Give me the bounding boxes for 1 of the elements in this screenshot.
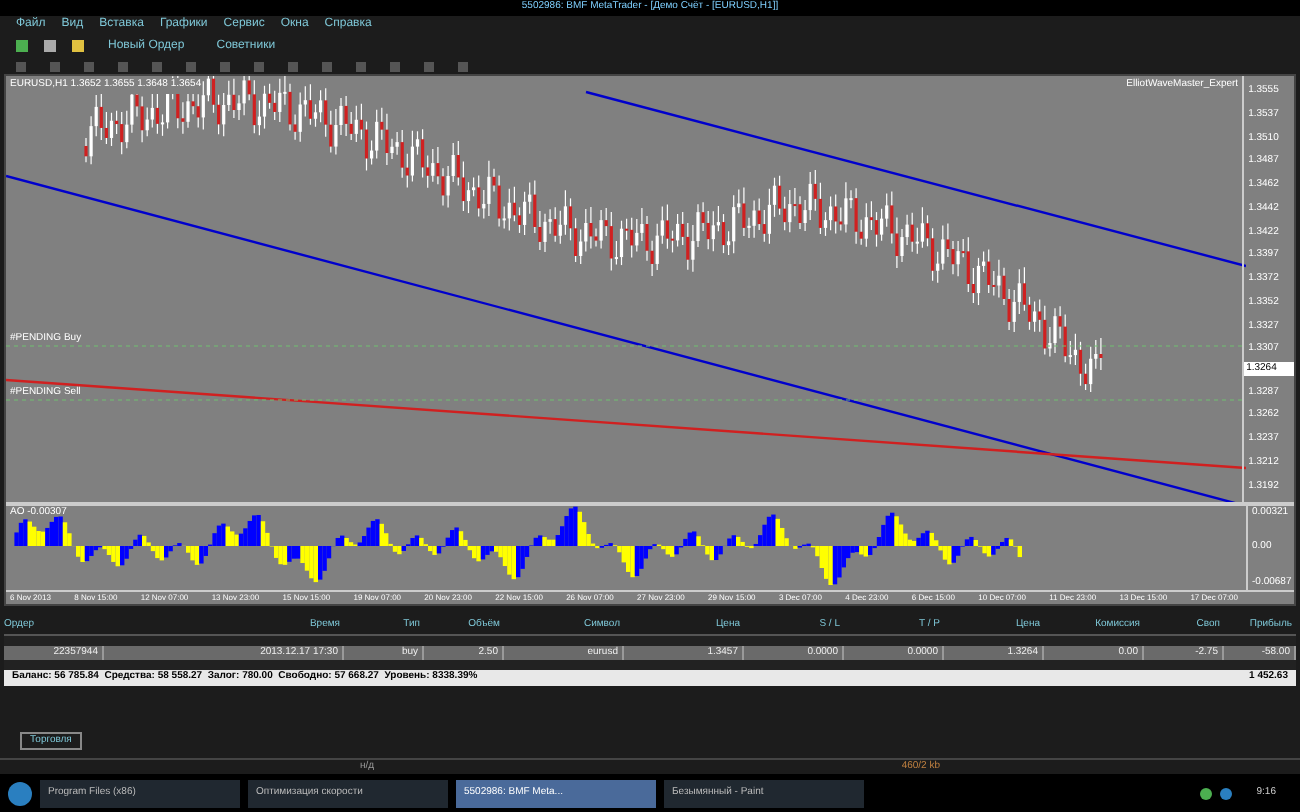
start-icon[interactable] bbox=[8, 781, 32, 806]
